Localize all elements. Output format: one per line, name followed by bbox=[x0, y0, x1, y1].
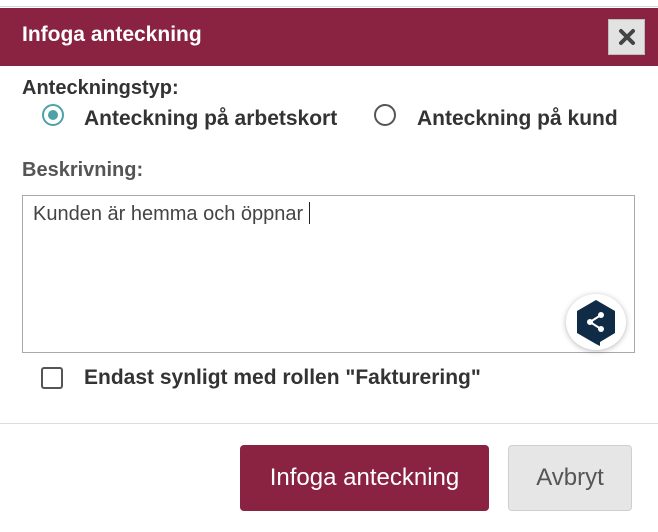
note-type-label: Anteckningstyp: bbox=[22, 77, 179, 99]
close-x-icon bbox=[618, 29, 635, 45]
insert-note-button[interactable]: Infoga anteckning bbox=[240, 445, 489, 511]
description-textarea[interactable]: Kunden är hemma och öppnar bbox=[22, 195, 635, 353]
description-label: Beskrivning: bbox=[22, 159, 144, 181]
writing-assistant-button[interactable] bbox=[566, 294, 626, 350]
billing-only-label[interactable]: Endast synligt med rollen "Fakturering" bbox=[84, 366, 481, 390]
close-button[interactable] bbox=[608, 19, 645, 55]
radio-work-card-label[interactable]: Anteckning på arbetskort bbox=[84, 107, 337, 131]
description-text: Kunden är hemma och öppnar bbox=[33, 203, 304, 225]
radio-work-card[interactable] bbox=[42, 104, 64, 126]
cancel-button[interactable]: Avbryt bbox=[508, 445, 632, 511]
share-hexagon-icon bbox=[577, 300, 615, 346]
footer-divider bbox=[0, 423, 658, 424]
radio-customer-label[interactable]: Anteckning på kund bbox=[417, 107, 618, 131]
text-caret bbox=[309, 202, 311, 224]
dialog-title: Infoga anteckning bbox=[22, 23, 202, 46]
dialog-titlebar: Infoga anteckning bbox=[0, 8, 658, 66]
top-strip bbox=[0, 0, 658, 7]
radio-customer[interactable] bbox=[374, 104, 396, 126]
billing-only-checkbox[interactable] bbox=[41, 367, 63, 389]
